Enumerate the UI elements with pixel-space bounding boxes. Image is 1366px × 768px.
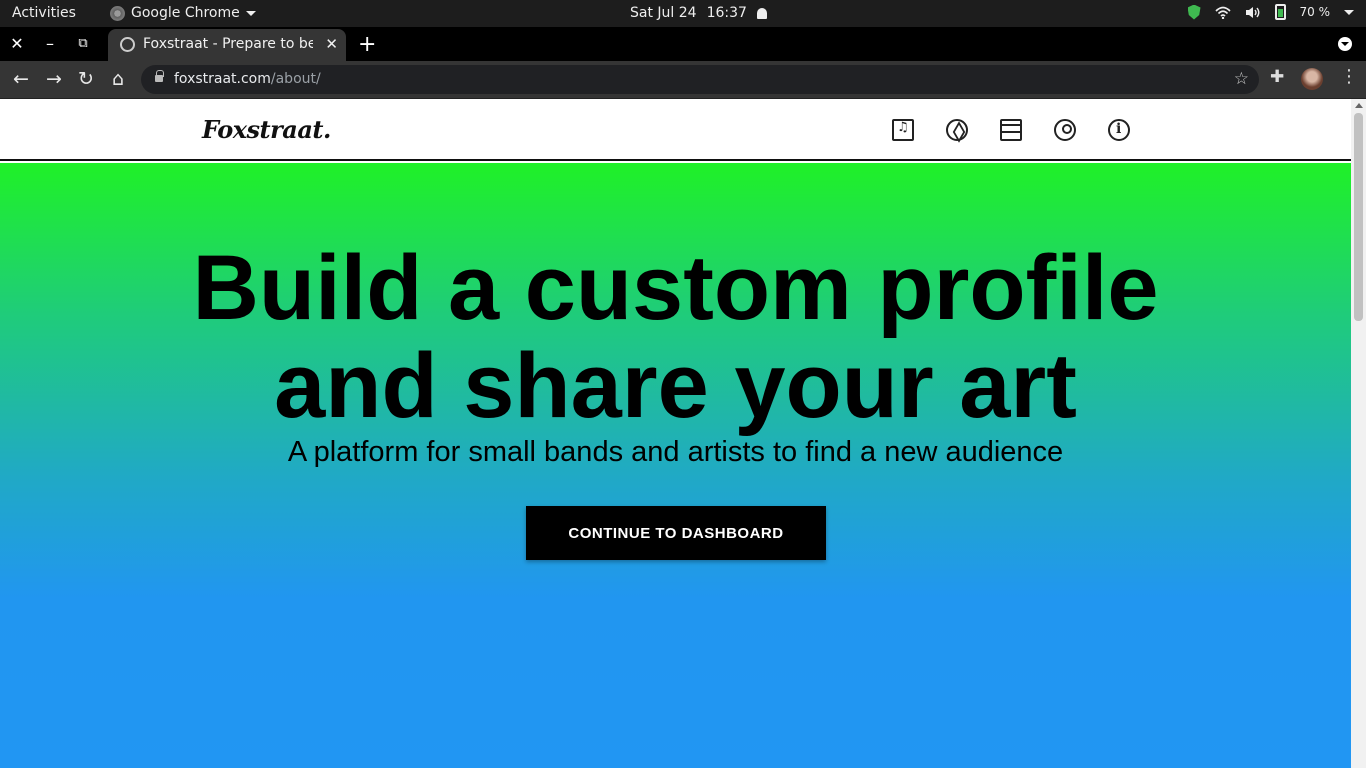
profile-avatar[interactable] [1301,68,1323,90]
tab-search-icon[interactable] [1338,37,1352,51]
tab-title: Foxstraat - Prepare to be amazed [143,36,313,52]
hero-subline: A platform for small bands and artists t… [287,436,1064,468]
browser-toolbar: ← → ↻ ⌂ foxstraat.com/about/ ☆ ✚ ⋮ [0,61,1366,98]
bookmark-star-icon[interactable]: ☆ [1234,69,1249,89]
scroll-up-arrow-icon[interactable] [1355,103,1363,108]
chevron-down-icon [245,10,256,16]
address-bar[interactable]: foxstraat.com/about/ ☆ [141,65,1259,94]
window-minimize-icon[interactable]: – [40,34,60,54]
hero-section: Build a custom profile and share your ar… [0,163,1351,768]
site-nav [892,119,1130,141]
wifi-icon [1214,6,1231,19]
system-top-bar: Activities Google Chrome Sat Jul 24 16:3… [0,0,1366,27]
info-icon[interactable] [1108,119,1130,141]
url-path: /about/ [270,71,321,87]
scrollbar-thumb[interactable] [1354,113,1363,321]
library-music-icon[interactable] [892,119,914,141]
security-shield-icon [1187,4,1201,20]
chrome-app-icon [110,5,125,21]
account-circle-icon[interactable] [1054,119,1076,141]
tab-close-icon[interactable]: ✕ [325,35,338,53]
clock-time: 16:37 [706,5,747,21]
new-tab-icon[interactable]: + [358,32,376,57]
hero-headline: Build a custom profile and share your ar… [0,239,1351,435]
extensions-puzzle-icon[interactable]: ✚ [1270,67,1284,87]
system-tray[interactable]: 70 % [1187,4,1354,20]
hero-headline-line2: and share your art [274,335,1077,437]
chevron-down-icon [1344,9,1354,15]
hero-headline-line1: Build a custom profile [192,237,1159,339]
window-restore-icon[interactable]: ⧉ [73,34,93,54]
forward-arrow-icon[interactable]: → [42,67,66,91]
storefront-icon[interactable] [1000,119,1022,141]
app-menu-label: Google Chrome [131,5,240,21]
lock-icon[interactable] [155,70,164,82]
explore-compass-icon[interactable] [946,119,968,141]
back-arrow-icon[interactable]: ← [9,67,33,91]
site-header: Foxstraat. [0,99,1351,161]
app-menu[interactable]: Google Chrome [110,5,256,21]
url-text[interactable]: foxstraat.com/about/ [174,71,321,87]
kebab-menu-icon[interactable]: ⋮ [1340,66,1358,87]
url-domain: foxstraat.com [174,71,271,87]
activities-button[interactable]: Activities [12,5,76,21]
tab-strip: ✕ – ⧉ Foxstraat - Prepare to be amazed ✕… [0,27,1366,61]
continue-to-dashboard-button[interactable]: CONTINUE TO DASHBOARD [526,506,826,560]
window-close-icon[interactable]: ✕ [7,34,27,54]
clock-date: Sat Jul 24 [630,5,697,21]
site-logo[interactable]: Foxstraat. [202,115,331,144]
battery-icon [1274,4,1286,20]
page-scrollbar[interactable] [1351,99,1366,768]
home-icon[interactable]: ⌂ [106,67,130,91]
volume-icon [1245,6,1259,18]
battery-percent: 70 % [1299,5,1331,19]
browser-tab[interactable]: Foxstraat - Prepare to be amazed ✕ [108,29,346,61]
notification-bell-icon [756,7,767,19]
globe-icon [120,37,135,52]
page-viewport: Foxstraat. Build a custom profile and sh… [0,99,1351,768]
reload-icon[interactable]: ↻ [74,67,98,91]
clock[interactable]: Sat Jul 24 16:37 [630,5,767,21]
